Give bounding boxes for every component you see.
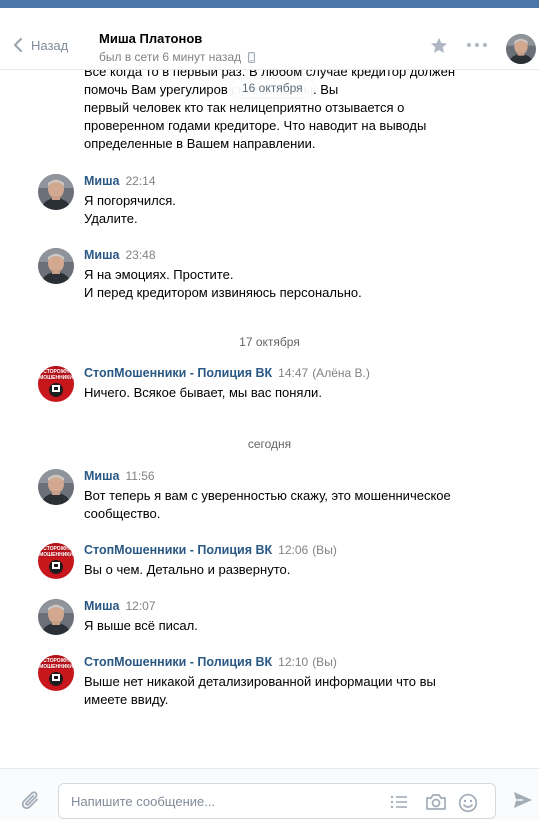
peer-status-text: был в сети 6 минут назад — [99, 50, 242, 64]
sender-admin: (Вы) — [312, 543, 337, 557]
community-avatar[interactable]: ОСТОРОЖНО МОШЕННИКИ — [38, 543, 74, 579]
peer-avatar[interactable] — [506, 34, 536, 64]
message-line: Вот теперь я вам с уверенностью скажу, э… — [84, 488, 451, 503]
message-meta: СтопМошенники - Полиция ВК 12:10 (Вы) — [84, 655, 337, 669]
message-text: Я на эмоциях. Простите. И перед кредитор… — [84, 266, 524, 302]
day-separator: 17 октября — [239, 335, 300, 349]
message-text: Ничего. Всякое бывает, мы вас поняли. — [84, 384, 524, 402]
community-avatar[interactable]: ОСТОРОЖНО МОШЕННИКИ — [38, 366, 74, 402]
sender-admin: (Алёна В.) — [312, 366, 370, 380]
message-line: И перед кредитором извиняюсь персонально… — [84, 285, 362, 300]
message-line: первый человек кто так нелицеприятно отз… — [84, 100, 405, 115]
message-time[interactable]: 23:48 — [125, 248, 155, 262]
message-line: определенные в Вашем направлении. — [84, 136, 316, 151]
author-avatar[interactable] — [38, 248, 74, 284]
send-icon[interactable] — [513, 791, 533, 809]
message-text: Я выше всё писал. — [84, 617, 524, 635]
message-history[interactable]: Все когда то в первый раз. В любом случа… — [0, 70, 539, 768]
message-time[interactable]: 12:06 — [278, 543, 308, 557]
message-line: сообщество. — [84, 506, 161, 521]
message-time[interactable]: 12:07 — [125, 599, 155, 613]
smile-icon[interactable] — [458, 793, 478, 813]
message-line: Ничего. Всякое бывает, мы вас поняли. — [84, 385, 322, 400]
message-meta: Миша 22:14 — [84, 174, 156, 188]
author-avatar[interactable] — [38, 174, 74, 210]
peer-status: был в сети 6 минут назад — [99, 50, 256, 64]
message-time[interactable]: 12:10 — [278, 655, 308, 669]
message-text: Вот теперь я вам с уверенностью скажу, э… — [84, 487, 524, 523]
chevron-left-icon — [14, 38, 22, 52]
message-time[interactable]: 14:47 — [278, 366, 308, 380]
peer-name[interactable]: Миша Платонов — [99, 31, 255, 46]
day-separator: сегодня — [247, 437, 292, 451]
author-name[interactable]: Миша — [84, 174, 119, 188]
message-meta: Миша 11:56 — [84, 469, 155, 483]
message-time[interactable]: 22:14 — [125, 174, 155, 188]
author-name[interactable]: СтопМошенники - Полиция ВК — [84, 543, 272, 557]
message-input-box[interactable] — [58, 783, 496, 819]
message-line: Я на эмоциях. Простите. — [84, 267, 234, 282]
floating-date-badge: 16 октября — [231, 79, 314, 97]
svg-text:МОШЕННИКИ: МОШЕННИКИ — [39, 552, 73, 558]
message-line: проверенном годами кредиторе. Что наводи… — [84, 118, 427, 133]
template-icon[interactable] — [390, 793, 408, 811]
message-meta: Миша 23:48 — [84, 248, 156, 262]
message-input[interactable] — [71, 792, 371, 810]
top-nav-strip — [0, 0, 539, 8]
peer-info[interactable]: Миша Платонов был в сети 6 минут назад — [99, 31, 256, 64]
message-line: имеете ввиду. — [84, 692, 169, 707]
message-text: Выше нет никакой детализированной информ… — [84, 673, 524, 709]
message-text: Я погорячился. Удалите. — [84, 192, 524, 228]
message-composer — [0, 768, 539, 820]
message-meta: СтопМошенники - Полиция ВК 12:06 (Вы) — [84, 543, 337, 557]
svg-text:МОШЕННИКИ: МОШЕННИКИ — [39, 664, 73, 670]
author-avatar[interactable] — [38, 599, 74, 635]
phone-icon — [248, 51, 256, 63]
author-name[interactable]: Миша — [84, 469, 119, 483]
paperclip-icon[interactable] — [20, 789, 42, 813]
message-line: Я выше всё писал. — [84, 618, 198, 633]
message-meta: Миша 12:07 — [84, 599, 156, 613]
sender-admin: (Вы) — [312, 655, 337, 669]
message-text: Вы о чем. Детально и развернуто. — [84, 561, 524, 579]
author-name[interactable]: СтопМошенники - Полиция ВК — [84, 366, 272, 380]
message-meta: СтопМошенники - Полиция ВК 14:47 (Алёна В.… — [84, 366, 370, 380]
back-label: Назад — [31, 37, 69, 53]
message-time[interactable]: 11:56 — [125, 469, 154, 483]
message-line: Вы о чем. Детально и развернуто. — [84, 562, 291, 577]
community-avatar[interactable]: ОСТОРОЖНО МОШЕННИКИ — [38, 655, 74, 691]
message-line: Удалите. — [84, 211, 138, 226]
back-button[interactable]: Назад — [14, 35, 68, 55]
author-name[interactable]: Миша — [84, 248, 119, 262]
svg-text:МОШЕННИКИ: МОШЕННИКИ — [39, 375, 73, 381]
author-name[interactable]: СтопМошенники - Полиция ВК — [84, 655, 272, 669]
more-icon[interactable] — [467, 43, 487, 47]
message-line: Я погорячился. — [84, 193, 176, 208]
author-avatar[interactable] — [38, 469, 74, 505]
author-name[interactable]: Миша — [84, 599, 119, 613]
chat-header: Назад Миша Платонов был в сети 6 минут н… — [0, 8, 539, 70]
camera-icon[interactable] — [425, 793, 447, 811]
message-line: Выше нет никакой детализированной информ… — [84, 674, 436, 689]
star-icon[interactable] — [430, 37, 448, 54]
